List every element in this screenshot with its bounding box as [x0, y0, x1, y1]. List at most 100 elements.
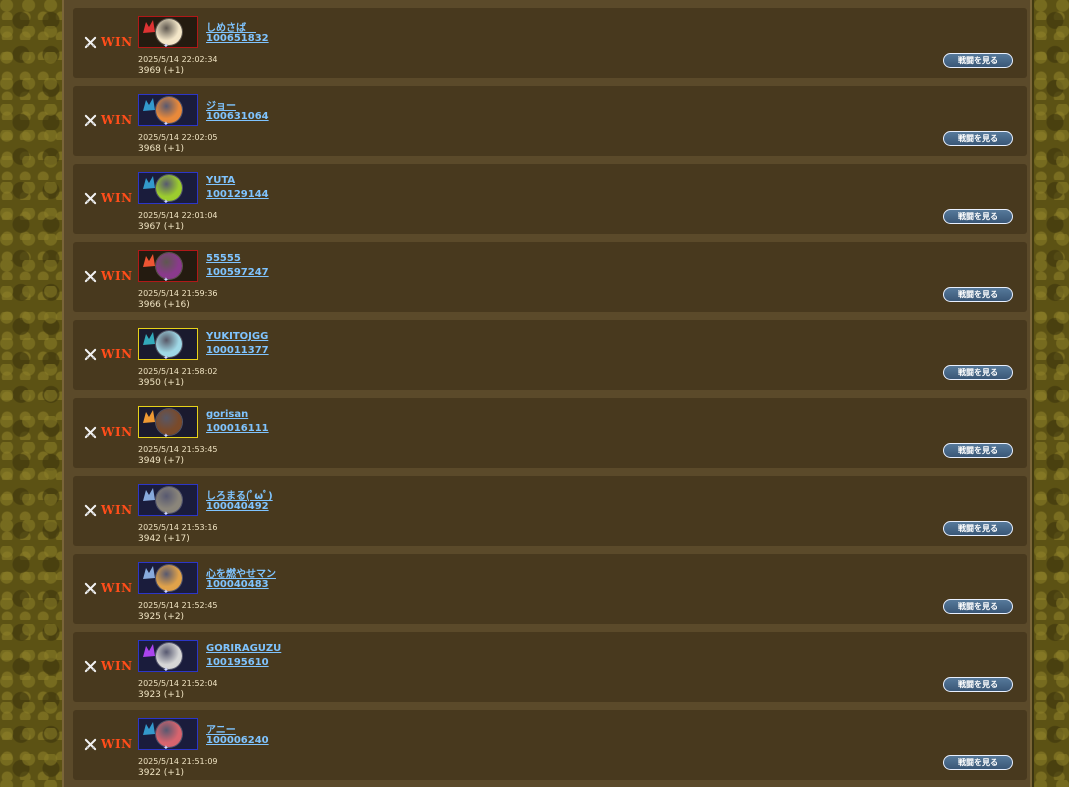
battle-history-panel: WIN ✦ しめさば 100651832 2025/5/14 22:02:34 …: [62, 0, 1032, 787]
battle-row: WIN ✦ YUKITOJGG 100011377 2025/5/14 21:5…: [73, 320, 1027, 390]
opponent-id-link[interactable]: 100011377: [206, 345, 269, 356]
rank-sparkle-icon: ✦: [163, 432, 169, 438]
player-face-icon: [156, 409, 182, 435]
opponent-avatar[interactable]: ✦: [138, 562, 198, 594]
crossed-swords-icon: [84, 36, 97, 48]
view-battle-button[interactable]: 戦闘を見る: [943, 287, 1013, 302]
opponent-name-link[interactable]: gorisan: [206, 409, 248, 420]
player-face-icon: [156, 253, 182, 279]
crossed-swords-icon: [84, 426, 97, 438]
rating-score: 3923 (+1): [138, 690, 185, 700]
opponent-avatar[interactable]: ✦: [138, 250, 198, 282]
player-face-icon: [156, 643, 182, 669]
win-indicator: WIN: [84, 737, 133, 751]
win-indicator: WIN: [84, 35, 133, 49]
rank-sparkle-icon: ✦: [163, 510, 169, 516]
opponent-id-link[interactable]: 100597247: [206, 267, 269, 278]
opponent-id-link[interactable]: 100006240: [206, 735, 269, 746]
background-texture-left: [0, 0, 62, 787]
win-indicator: WIN: [84, 269, 133, 283]
view-battle-button[interactable]: 戦闘を見る: [943, 599, 1013, 614]
battle-row: WIN ✦ アニー 100006240 2025/5/14 21:51:09 3…: [73, 710, 1027, 780]
battle-row: WIN ✦ 心を燃やせマン 100040483 2025/5/14 21:52:…: [73, 554, 1027, 624]
opponent-avatar[interactable]: ✦: [138, 94, 198, 126]
opponent-avatar[interactable]: ✦: [138, 640, 198, 672]
player-face-icon: [156, 331, 182, 357]
opponent-id-link[interactable]: 100129144: [206, 189, 269, 200]
rank-sparkle-icon: ✦: [163, 276, 169, 282]
crossed-swords-icon: [84, 504, 97, 516]
opponent-id-link[interactable]: 100040492: [206, 501, 269, 512]
opponent-name-link[interactable]: GORIRAGUZU: [206, 643, 281, 654]
opponent-name-link[interactable]: YUTA: [206, 175, 235, 186]
opponent-id-link[interactable]: 100016111: [206, 423, 269, 434]
player-face-icon: [156, 487, 182, 513]
battle-datetime: 2025/5/14 21:52:04: [138, 679, 218, 688]
opponent-name-link[interactable]: しめさば: [206, 19, 256, 34]
crossed-swords-icon: [84, 582, 97, 594]
view-battle-button[interactable]: 戦闘を見る: [943, 53, 1013, 68]
view-battle-button[interactable]: 戦闘を見る: [943, 443, 1013, 458]
opponent-id-link[interactable]: 100631064: [206, 111, 269, 122]
battle-row: WIN ✦ しろまる(ﾟωﾟ) 100040492 2025/5/14 21:5…: [73, 476, 1027, 546]
crossed-swords-icon: [84, 348, 97, 360]
crossed-swords-icon: [84, 738, 97, 750]
player-face-icon: [156, 97, 182, 123]
win-label: WIN: [101, 269, 133, 283]
battle-row: WIN ✦ 55555 100597247 2025/5/14 21:59:36…: [73, 242, 1027, 312]
opponent-name-link[interactable]: しろまる(ﾟωﾟ): [206, 487, 273, 502]
opponent-name-link[interactable]: ジョー: [206, 97, 236, 112]
win-indicator: WIN: [84, 191, 133, 205]
opponent-avatar[interactable]: ✦: [138, 172, 198, 204]
win-indicator: WIN: [84, 659, 133, 673]
opponent-name-link[interactable]: YUKITOJGG: [206, 331, 268, 342]
opponent-id-link[interactable]: 100040483: [206, 579, 269, 590]
rank-sparkle-icon: ✦: [163, 588, 169, 594]
win-indicator: WIN: [84, 113, 133, 127]
rank-sparkle-icon: ✦: [163, 120, 169, 126]
opponent-avatar[interactable]: ✦: [138, 718, 198, 750]
player-face-icon: [156, 565, 182, 591]
opponent-avatar[interactable]: ✦: [138, 484, 198, 516]
rank-sparkle-icon: ✦: [163, 42, 169, 48]
view-battle-button[interactable]: 戦闘を見る: [943, 677, 1013, 692]
battle-datetime: 2025/5/14 22:01:04: [138, 211, 218, 220]
rating-score: 3966 (+16): [138, 300, 190, 310]
opponent-avatar[interactable]: ✦: [138, 328, 198, 360]
win-indicator: WIN: [84, 425, 133, 439]
battle-row: WIN ✦ gorisan 100016111 2025/5/14 21:53:…: [73, 398, 1027, 468]
rating-score: 3950 (+1): [138, 378, 185, 388]
win-indicator: WIN: [84, 347, 133, 361]
crossed-swords-icon: [84, 114, 97, 126]
player-face-icon: [156, 721, 182, 747]
rating-score: 3967 (+1): [138, 222, 185, 232]
rating-score: 3969 (+1): [138, 66, 185, 76]
opponent-id-link[interactable]: 100195610: [206, 657, 269, 668]
rank-sparkle-icon: ✦: [163, 354, 169, 360]
rating-score: 3922 (+1): [138, 768, 185, 778]
player-face-icon: [156, 175, 182, 201]
opponent-avatar[interactable]: ✦: [138, 16, 198, 48]
opponent-name-link[interactable]: 55555: [206, 253, 241, 264]
view-battle-button[interactable]: 戦闘を見る: [943, 209, 1013, 224]
win-indicator: WIN: [84, 503, 133, 517]
win-label: WIN: [101, 503, 133, 517]
opponent-avatar[interactable]: ✦: [138, 406, 198, 438]
win-label: WIN: [101, 191, 133, 205]
view-battle-button[interactable]: 戦闘を見る: [943, 131, 1013, 146]
opponent-name-link[interactable]: アニー: [206, 721, 236, 736]
view-battle-button[interactable]: 戦闘を見る: [943, 755, 1013, 770]
battle-datetime: 2025/5/14 21:51:09: [138, 757, 218, 766]
rating-score: 3942 (+17): [138, 534, 190, 544]
opponent-name-link[interactable]: 心を燃やせマン: [206, 565, 276, 580]
rank-sparkle-icon: ✦: [163, 744, 169, 750]
player-face-icon: [156, 19, 182, 45]
battle-datetime: 2025/5/14 21:53:45: [138, 445, 218, 454]
opponent-id-link[interactable]: 100651832: [206, 33, 269, 44]
view-battle-button[interactable]: 戦闘を見る: [943, 521, 1013, 536]
crossed-swords-icon: [84, 270, 97, 282]
win-label: WIN: [101, 737, 133, 751]
win-label: WIN: [101, 581, 133, 595]
view-battle-button[interactable]: 戦闘を見る: [943, 365, 1013, 380]
battle-row: WIN ✦ ジョー 100631064 2025/5/14 22:02:05 3…: [73, 86, 1027, 156]
